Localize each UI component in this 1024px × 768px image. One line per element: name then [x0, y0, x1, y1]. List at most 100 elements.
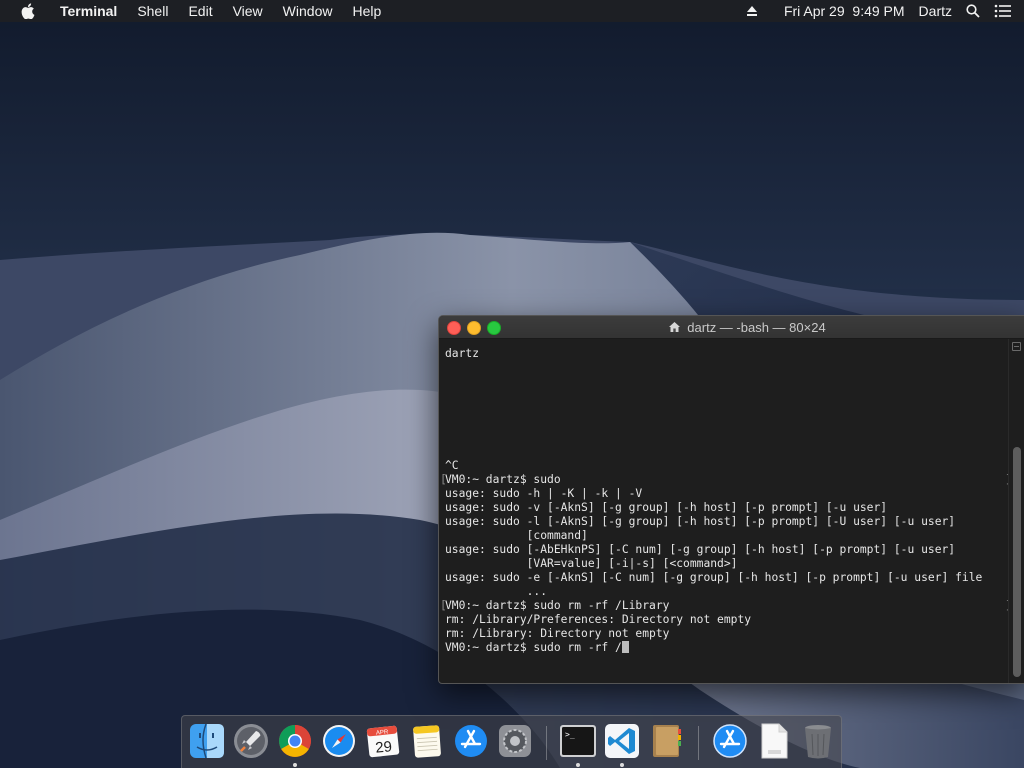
dock-app-store-downloads[interactable]	[711, 722, 749, 760]
terminal-line: ...	[445, 585, 1009, 599]
terminal-scrollbar[interactable]	[1008, 339, 1024, 683]
menu-edit[interactable]: Edit	[178, 0, 222, 22]
terminal-line: usage: sudo [-AbEHknPS] [-C num] [-g gro…	[445, 543, 1009, 557]
menu-shell[interactable]: Shell	[127, 0, 178, 22]
zoom-button[interactable]	[487, 321, 501, 335]
calendar-icon: APR 29	[366, 725, 400, 758]
calendar-day: 29	[374, 738, 392, 757]
scrollbar-thumb[interactable]	[1013, 447, 1021, 677]
terminal-line: usage: sudo -h | -K | -k | -V	[445, 487, 1009, 501]
menu-view[interactable]: View	[223, 0, 273, 22]
vscode-icon	[605, 724, 639, 758]
terminal-line-text: usage: sudo -v [-AknS] [-g group] [-h ho…	[445, 501, 888, 514]
terminal-line-text: VM0:~ dartz$ sudo rm -rf /	[445, 641, 622, 654]
terminal-line-text: VM0:~ dartz$ sudo rm -rf /Library	[445, 599, 670, 612]
terminal-window[interactable]: dartz — -bash — 80×24 dartz ^C[VM0:~ dart…	[438, 315, 1024, 684]
terminal-line: [VAR=value] [-i|-s] [<command>]	[445, 557, 1009, 571]
terminal-line-text: rm: /Library/Preferences: Directory not …	[445, 613, 752, 626]
spotlight-search-icon[interactable]	[966, 4, 980, 18]
terminal-line: VM0:~ dartz$ sudo rm -rf /	[445, 641, 1009, 655]
terminal-line-text: [VAR=value] [-i|-s] [<command>]	[445, 557, 738, 570]
dock-vscode[interactable]	[603, 722, 641, 760]
contacts-book-icon	[653, 725, 681, 757]
dock-calendar[interactable]: APR 29	[364, 722, 402, 760]
chrome-icon	[279, 725, 311, 757]
minimize-button[interactable]	[467, 321, 481, 335]
status-area: Fri Apr 29 9:49 PM Dartz	[732, 0, 1016, 22]
terminal-line: rm: /Library/Preferences: Directory not …	[445, 613, 1009, 627]
running-indicator	[620, 763, 624, 767]
notes-icon	[413, 725, 441, 758]
prompt-mark-left: [	[440, 473, 447, 486]
dock-terminal[interactable]: >_	[559, 722, 597, 760]
dock-notes[interactable]	[408, 722, 446, 760]
text-document-icon	[761, 723, 788, 759]
close-button[interactable]	[447, 321, 461, 335]
terminal-line: dartz	[445, 347, 1009, 361]
terminal-line: usage: sudo -e [-AknS] [-C num] [-g grou…	[445, 571, 1009, 585]
window-title: dartz — -bash — 80×24	[668, 319, 826, 335]
terminal-line-text: VM0:~ dartz$ sudo	[445, 473, 561, 486]
terminal-line: rm: /Library: Directory not empty	[445, 627, 1009, 641]
terminal-icon: >_	[560, 725, 596, 757]
dock-text-document[interactable]	[755, 722, 793, 760]
terminal-line-text: usage: sudo -l [-AknS] [-g group] [-h ho…	[445, 515, 956, 528]
dock: APR 29 >_	[181, 715, 842, 768]
finder-icon	[190, 723, 224, 759]
dock-safari[interactable]	[320, 722, 358, 760]
notification-center-icon[interactable]	[994, 4, 1012, 18]
dock-separator	[698, 726, 699, 760]
menu-window[interactable]: Window	[273, 0, 343, 22]
menu-bar: Terminal Shell Edit View Window Help Fri…	[0, 0, 1024, 22]
text-cursor	[621, 641, 629, 653]
terminal-line-text: dartz	[445, 347, 480, 360]
terminal-line-text: usage: sudo -h | -K | -k | -V	[445, 487, 643, 500]
app-store-icon	[713, 724, 747, 758]
dock-contacts[interactable]	[647, 722, 685, 760]
menubar-user[interactable]: Dartz	[919, 3, 952, 19]
dock-separator	[546, 726, 547, 760]
split-pane-icon[interactable]	[1012, 342, 1021, 351]
dock-launchpad[interactable]	[232, 722, 270, 760]
menu-help[interactable]: Help	[342, 0, 391, 22]
app-store-icon	[455, 725, 487, 757]
trash-icon	[805, 725, 831, 759]
running-indicator	[576, 763, 580, 767]
terminal-line-text: usage: sudo -e [-AknS] [-C num] [-g grou…	[445, 571, 983, 584]
dock-trash[interactable]	[799, 722, 837, 760]
home-folder-icon	[668, 321, 681, 333]
terminal-line-text: usage: sudo [-AbEHknPS] [-C num] [-g gro…	[445, 543, 956, 556]
running-indicator	[293, 763, 297, 767]
terminal-line: [command]	[445, 529, 1009, 543]
terminal-line-text: ^C	[445, 459, 459, 472]
menubar-clock[interactable]: Fri Apr 29 9:49 PM	[784, 3, 905, 19]
gear-icon	[499, 725, 531, 757]
dock-system-preferences[interactable]	[496, 722, 534, 760]
terminal-content[interactable]: dartz ^C[VM0:~ dartz$ sudo]usage: sudo -h…	[439, 339, 1012, 683]
terminal-line-text: rm: /Library: Directory not empty	[445, 627, 670, 640]
prompt-mark-left: [	[440, 599, 447, 612]
terminal-line-text: ...	[445, 585, 548, 598]
eject-icon[interactable]	[746, 5, 758, 17]
window-title-text: dartz — -bash — 80×24	[687, 319, 826, 335]
terminal-line: [VM0:~ dartz$ sudo rm -rf /Library]	[440, 599, 1012, 613]
dock-app-store[interactable]	[452, 722, 490, 760]
menu-app-name[interactable]: Terminal	[52, 0, 127, 22]
terminal-line: usage: sudo -l [-AknS] [-g group] [-h ho…	[445, 515, 1009, 529]
dock-chrome[interactable]	[276, 722, 314, 760]
terminal-line: ^C	[445, 459, 1009, 473]
svg-text:>_: >_	[565, 730, 575, 739]
apple-icon[interactable]	[18, 0, 38, 22]
launchpad-rocket-icon	[234, 724, 268, 758]
terminal-line: usage: sudo -v [-AknS] [-g group] [-h ho…	[445, 501, 1009, 515]
terminal-titlebar[interactable]: dartz — -bash — 80×24	[439, 316, 1024, 339]
dock-finder[interactable]	[188, 722, 226, 760]
terminal-line-text: [command]	[445, 529, 588, 542]
